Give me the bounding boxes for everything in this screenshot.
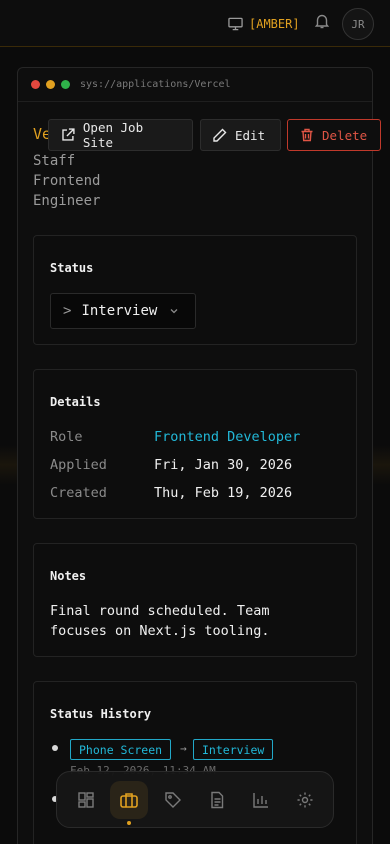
detail-row-applied: Applied Fri, Jan 30, 2026 [50,457,292,473]
top-bar: [AMBER] JR [0,0,390,47]
history-bullet [52,745,58,751]
nav-tags[interactable] [154,781,192,819]
edit-label: Edit [235,127,266,143]
history-from-tag: Phone Screen [70,739,172,760]
job-title-line: Staff [33,153,76,169]
status-card-title: Status [50,261,94,275]
nav-settings[interactable] [286,781,324,819]
chevron-down-icon [170,309,178,314]
tag-icon [165,792,181,808]
nav-documents[interactable] [198,781,236,819]
minimize-dot[interactable] [46,80,55,89]
monitor-icon [228,17,243,31]
status-prompt: > [63,303,72,319]
nav-applications[interactable] [110,781,148,819]
notes-card: Notes Final round scheduled. Team focuse… [33,543,357,657]
chart-icon [253,793,268,808]
history-arrow: → [180,742,187,755]
details-card: Details Role Frontend Developer Applied Fr… [33,369,357,519]
close-dot[interactable] [31,80,40,89]
external-link-icon [62,128,75,141]
details-card-title: Details [50,395,101,409]
job-title-line: Frontend [33,173,101,189]
window-title-bar: sys://applications/Vercel [18,68,372,102]
detail-label: Created [50,485,107,501]
detail-value: Thu, Feb 19, 2026 [154,485,293,501]
document-icon [211,791,224,809]
nav-analytics[interactable] [242,781,280,819]
active-nav-indicator [127,821,131,825]
detail-label: Role [50,429,83,445]
job-title-line: Engineer [33,193,101,209]
avatar[interactable]: JR [342,8,374,40]
status-value: Interview [81,303,158,319]
edit-button[interactable]: Edit [200,119,281,151]
notes-text: Final round scheduled. Team focuses on N… [50,603,270,639]
open-job-site-label: Open Job Site [82,120,144,150]
nav-dashboard[interactable] [67,781,105,819]
status-history-title: Status History [50,707,152,721]
detail-row-created: Created Thu, Feb 19, 2026 [50,485,292,501]
detail-row-role: Role Frontend Developer [50,429,300,445]
window-path: sys://applications/Vercel [80,79,231,90]
detail-label: Applied [50,457,107,473]
trash-icon [301,128,313,142]
delete-button[interactable]: Delete [287,119,381,151]
settings-icon [297,792,313,808]
history-to-tag: Interview [193,739,274,760]
theme-toggle-button[interactable]: [AMBER] [228,14,300,34]
job-title: Staff Frontend Engineer [33,151,123,211]
open-job-site-button[interactable]: Open Job Site [48,119,193,151]
bottom-navigation [56,771,334,828]
delete-label: Delete [322,127,368,143]
status-select[interactable]: > Interview [50,293,196,329]
bell-icon[interactable] [313,12,331,30]
briefcase-icon [120,793,138,808]
status-card: Status > Interview [33,235,357,345]
detail-value: Fri, Jan 30, 2026 [154,457,293,473]
dashboard-icon [78,792,94,808]
notes-card-title: Notes [50,569,87,583]
pencil-icon [213,128,227,142]
maximize-dot[interactable] [61,80,70,89]
theme-label: [AMBER] [249,17,300,31]
role-link[interactable]: Frontend Developer [154,429,300,445]
